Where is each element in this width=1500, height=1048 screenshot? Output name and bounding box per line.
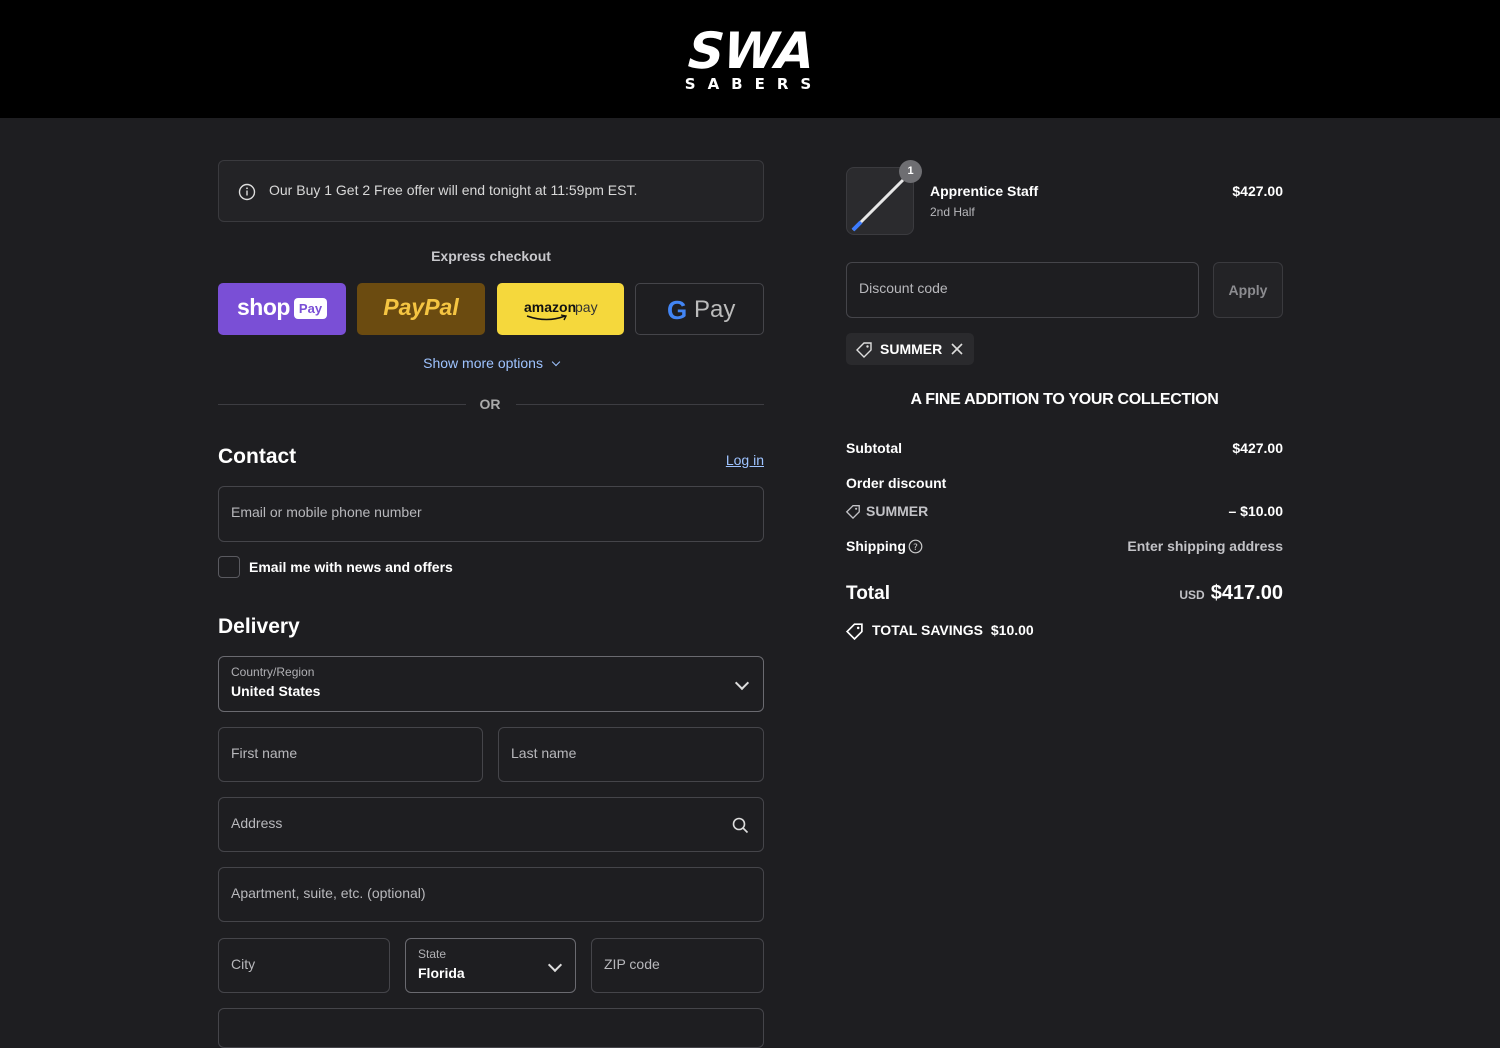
country-label: Country/Region bbox=[231, 665, 315, 679]
shipping-value: Enter shipping address bbox=[1127, 538, 1283, 554]
apartment-field[interactable]: Apartment, suite, etc. (optional) bbox=[218, 867, 764, 922]
search-icon[interactable] bbox=[732, 817, 749, 834]
state-value: Florida bbox=[418, 965, 465, 981]
brand-logo[interactable]: SWA SABERS bbox=[678, 22, 824, 92]
newsletter-label: Email me with news and offers bbox=[249, 559, 453, 575]
shop-pay-label: shop bbox=[237, 294, 290, 320]
discount-code-label: SUMMER bbox=[866, 503, 929, 519]
address-field[interactable]: Address bbox=[218, 797, 764, 852]
discount-placeholder: Discount code bbox=[859, 280, 948, 296]
chevron-down-icon bbox=[547, 957, 563, 973]
state-select[interactable]: State Florida bbox=[405, 938, 576, 993]
email-field[interactable]: Email or mobile phone number bbox=[218, 486, 764, 542]
state-label: State bbox=[418, 947, 447, 961]
apply-button[interactable]: Apply bbox=[1213, 262, 1283, 318]
paypal-label: PayPal bbox=[383, 294, 459, 320]
shop-pay-badge: Pay bbox=[294, 298, 327, 319]
show-more-options[interactable]: Show more options bbox=[218, 355, 764, 371]
last-name-field[interactable]: Last name bbox=[498, 727, 764, 782]
contact-heading: Contact bbox=[218, 445, 297, 468]
applied-code-label: SUMMER bbox=[880, 341, 943, 357]
applied-discount-tag: SUMMER bbox=[846, 333, 974, 365]
tag-icon bbox=[845, 505, 860, 519]
address-placeholder: Address bbox=[231, 815, 283, 831]
first-name-field[interactable]: First name bbox=[218, 727, 483, 782]
savings-label: TOTAL SAVINGS bbox=[872, 622, 983, 638]
next-field[interactable] bbox=[218, 1008, 764, 1048]
express-checkout-title: Express checkout bbox=[431, 248, 551, 264]
email-placeholder: Email or mobile phone number bbox=[231, 504, 422, 520]
amazon-pay-label: pay bbox=[575, 299, 598, 315]
divider-left bbox=[218, 404, 466, 405]
google-g-icon: G bbox=[667, 295, 688, 325]
product-name: Apprentice Staff bbox=[930, 183, 1039, 199]
logo-wordmark: SWA bbox=[686, 22, 816, 80]
savings-tag-icon bbox=[845, 623, 863, 640]
chevron-down-icon bbox=[551, 357, 561, 367]
notice-text: Our Buy 1 Get 2 Free offer will end toni… bbox=[269, 182, 638, 198]
zip-field[interactable]: ZIP code bbox=[591, 938, 764, 993]
total-amount: USD $417.00 bbox=[1080, 582, 1283, 605]
quantity-badge: 1 bbox=[899, 160, 922, 183]
city-field[interactable]: City bbox=[218, 938, 390, 993]
shop-pay-button[interactable]: shop Pay bbox=[218, 283, 346, 335]
amazon-label: amazon bbox=[524, 299, 577, 315]
product-price: $427.00 bbox=[1232, 183, 1283, 199]
newsletter-checkbox[interactable] bbox=[218, 556, 240, 578]
discount-code-field[interactable]: Discount code bbox=[846, 262, 1199, 318]
subtotal-value: $427.00 bbox=[1232, 440, 1283, 456]
city-placeholder: City bbox=[231, 956, 256, 972]
apartment-placeholder: Apartment, suite, etc. (optional) bbox=[231, 885, 426, 901]
svg-text:?: ? bbox=[913, 543, 918, 553]
first-name-placeholder: First name bbox=[231, 745, 298, 761]
amazon-smile-icon bbox=[526, 314, 568, 321]
subtotal-label: Subtotal bbox=[846, 440, 902, 456]
login-link[interactable]: Log in bbox=[700, 452, 764, 468]
paypal-button[interactable]: PayPal bbox=[357, 283, 485, 335]
currency-label: USD bbox=[1179, 588, 1205, 602]
total-label: Total bbox=[846, 583, 890, 604]
shipping-label: Shipping bbox=[846, 538, 906, 554]
savings-value: $10.00 bbox=[990, 622, 1034, 638]
amazon-pay-button[interactable]: amazon pay bbox=[497, 283, 624, 335]
info-icon bbox=[238, 183, 256, 201]
country-value: United States bbox=[231, 683, 321, 699]
delivery-heading: Delivery bbox=[218, 615, 300, 638]
site-header: SWA SABERS bbox=[0, 0, 1500, 118]
google-pay-label: Pay bbox=[694, 296, 736, 323]
chevron-down-icon bbox=[734, 675, 750, 691]
country-select[interactable]: Country/Region United States bbox=[218, 656, 764, 712]
order-discount-label: Order discount bbox=[846, 475, 947, 491]
last-name-placeholder: Last name bbox=[511, 745, 577, 761]
zip-placeholder: ZIP code bbox=[604, 956, 660, 972]
help-icon[interactable]: ? bbox=[908, 539, 923, 554]
total-value: $417.00 bbox=[1210, 582, 1283, 604]
close-icon[interactable] bbox=[950, 342, 964, 356]
offer-notice: Our Buy 1 Get 2 Free offer will end toni… bbox=[218, 160, 764, 222]
divider-right bbox=[516, 404, 764, 405]
product-variant: 2nd Half bbox=[930, 205, 975, 219]
google-pay-button[interactable]: G Pay bbox=[635, 283, 764, 335]
total-savings: TOTAL SAVINGS $10.00 bbox=[872, 622, 1034, 638]
show-more-label: Show more options bbox=[423, 355, 543, 371]
promo-heading: A FINE ADDITION TO YOUR COLLECTION bbox=[910, 391, 1219, 408]
or-divider-text: OR bbox=[479, 396, 501, 412]
discount-value: – $10.00 bbox=[1228, 503, 1284, 519]
tag-icon bbox=[856, 342, 872, 358]
